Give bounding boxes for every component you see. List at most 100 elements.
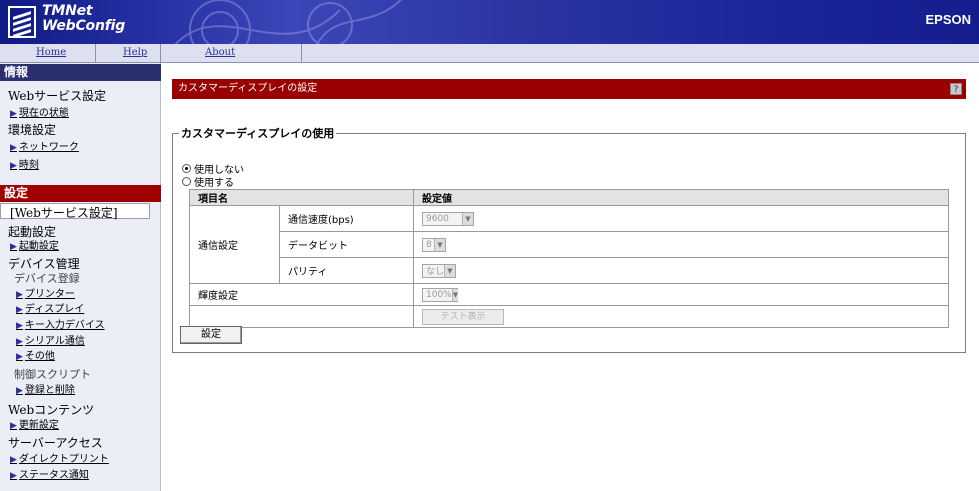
sidebar: 情報 Webサービス設定 ▶ 現在の状態 環境設定 ▶ ネットワーク ▶ 時刻 設定 … xyxy=(0,63,161,491)
triangle-right-icon: ▶ xyxy=(16,386,23,396)
table-row: データビット 8 ▼ xyxy=(190,231,949,258)
sidebar-link-startup[interactable]: ▶ 起動設定 xyxy=(10,237,59,252)
brand-logo: EPSON xyxy=(925,12,971,27)
table-header-row: 項目名 設定値 xyxy=(189,189,949,206)
parity-value: なし xyxy=(426,267,445,277)
sidebar-sub-control-script: 制御スクリプト xyxy=(14,368,91,381)
settings-table: 項目名 設定値 通信設定 通信速度(bps) 9600 ▼ データビット 8 ▼ xyxy=(189,189,949,328)
nav-divider xyxy=(160,44,161,63)
sidebar-link-display[interactable]: ▶ ディスプレイ xyxy=(16,300,84,315)
baud-rate-label: 通信速度(bps) xyxy=(279,205,414,232)
comm-settings-label: 通信設定 xyxy=(189,205,280,284)
col-value-header: 設定値 xyxy=(413,189,949,206)
customer-display-usage-group: カスタマーディスプレイの使用 使用しない 使用する 項目名 設定値 通信設定 通… xyxy=(172,125,966,353)
chevron-down-icon: ▼ xyxy=(444,264,455,277)
sidebar-cat-environment: 環境設定 xyxy=(8,123,57,137)
sidebar-link-network[interactable]: ▶ ネットワーク xyxy=(10,138,79,153)
sidebar-link-label: キー入力デバイス xyxy=(24,320,105,331)
nav-help-link[interactable]: Help xyxy=(123,47,147,58)
set-button[interactable]: 設定 xyxy=(180,326,242,344)
top-nav: Home Help About xyxy=(0,44,979,63)
table-row: 通信設定 通信速度(bps) 9600 ▼ xyxy=(189,205,949,284)
nav-home-link[interactable]: Home xyxy=(36,47,66,58)
empty-cell xyxy=(189,305,414,328)
sidebar-link-label: シリアル通信 xyxy=(24,336,85,347)
sidebar-link-time[interactable]: ▶ 時刻 xyxy=(10,156,39,171)
data-bits-label: データビット xyxy=(279,231,414,258)
data-bits-cell: 8 ▼ xyxy=(413,231,949,258)
brightness-select[interactable]: 100% ▼ xyxy=(422,287,459,302)
nav-divider xyxy=(301,44,302,63)
triangle-right-icon: ▶ xyxy=(10,242,17,252)
brightness-value: 100% xyxy=(426,289,452,300)
sidebar-link-printer[interactable]: ▶ プリンター xyxy=(16,285,75,300)
triangle-right-icon: ▶ xyxy=(10,455,17,465)
page-title: カスタマーディスプレイの設定 xyxy=(178,83,318,94)
baud-rate-cell: 9600 ▼ xyxy=(413,205,949,232)
sidebar-link-label: プリンター xyxy=(24,289,75,300)
sidebar-link-label: その他 xyxy=(24,351,55,362)
triangle-right-icon: ▶ xyxy=(16,337,23,347)
triangle-right-icon: ▶ xyxy=(10,161,17,171)
sidebar-link-register-delete[interactable]: ▶ 登録と削除 xyxy=(16,381,75,396)
radio-not-use[interactable] xyxy=(182,164,191,173)
sidebar-link-direct-print[interactable]: ▶ ダイレクトプリント xyxy=(10,450,109,465)
sidebar-link-label: 現在の状態 xyxy=(18,108,69,119)
sidebar-link-label: ダイレクトプリント xyxy=(18,454,109,465)
app-logo-text: TMNet WebConfig xyxy=(42,4,125,34)
sidebar-link-other[interactable]: ▶ その他 xyxy=(16,347,55,362)
sidebar-link-label: ディスプレイ xyxy=(24,304,85,315)
brightness-label: 輝度設定 xyxy=(189,283,414,306)
radio-use[interactable] xyxy=(182,177,191,186)
app-header: TMNet WebConfig EPSON xyxy=(0,0,979,44)
page-title-bar: カスタマーディスプレイの設定 ? xyxy=(172,79,966,99)
sidebar-link-label: ステータス通知 xyxy=(18,470,89,481)
nav-divider xyxy=(95,44,96,63)
data-bits-value: 8 xyxy=(426,239,432,250)
sidebar-cat-web-service: Webサービス設定 xyxy=(8,89,107,103)
app-name-line1: TMNet xyxy=(42,3,93,19)
table-row: テスト表示 xyxy=(189,305,949,328)
tmnet-logo-icon xyxy=(8,6,36,38)
test-display-button[interactable]: テスト表示 xyxy=(422,308,504,325)
sidebar-link-update-settings[interactable]: ▶ 更新設定 xyxy=(10,416,59,431)
sidebar-link-current-status[interactable]: ▶ 現在の状態 xyxy=(10,104,69,119)
sidebar-link-label: 起動設定 xyxy=(18,241,59,252)
triangle-right-icon: ▶ xyxy=(10,421,17,431)
sidebar-cat-server-access: サーバーアクセス xyxy=(8,436,103,450)
triangle-right-icon: ▶ xyxy=(10,109,17,119)
table-row: パリティ なし ▼ xyxy=(190,257,949,284)
triangle-right-icon: ▶ xyxy=(16,321,23,331)
sidebar-link-label: 時刻 xyxy=(18,160,39,171)
radio-use-row[interactable]: 使用する xyxy=(182,174,234,189)
parity-label: パリティ xyxy=(279,257,414,284)
triangle-right-icon: ▶ xyxy=(16,305,23,315)
baud-rate-value: 9600 xyxy=(426,213,449,224)
sidebar-link-label: 登録と削除 xyxy=(24,385,75,396)
nav-about-link[interactable]: About xyxy=(205,47,235,58)
sidebar-link-status-notify[interactable]: ▶ ステータス通知 xyxy=(10,466,89,481)
sidebar-link-key-input[interactable]: ▶ キー入力デバイス xyxy=(16,316,105,331)
sidebar-sub-device-registration: デバイス登録 xyxy=(14,272,80,285)
group-legend: カスタマーディスプレイの使用 xyxy=(181,127,335,140)
parity-select[interactable]: なし ▼ xyxy=(422,263,456,278)
chevron-down-icon: ▼ xyxy=(434,238,445,251)
sidebar-section-settings: 設定 xyxy=(0,185,161,202)
app-name-line2: WebConfig xyxy=(42,18,126,34)
header-decoration xyxy=(174,0,403,44)
data-bits-select[interactable]: 8 ▼ xyxy=(422,237,446,252)
triangle-right-icon: ▶ xyxy=(16,290,23,300)
sidebar-cat-web-service-bracket: [Webサービス設定] xyxy=(10,206,118,220)
radio-use-label: 使用する xyxy=(194,178,234,189)
chevron-down-icon: ▼ xyxy=(451,288,459,301)
col-item-header: 項目名 xyxy=(189,189,414,206)
baud-rate-select[interactable]: 9600 ▼ xyxy=(422,211,474,226)
triangle-right-icon: ▶ xyxy=(16,352,23,362)
triangle-right-icon: ▶ xyxy=(10,471,17,481)
table-row: 輝度設定 100% ▼ xyxy=(189,283,949,306)
chevron-down-icon: ▼ xyxy=(462,212,473,225)
brightness-cell: 100% ▼ xyxy=(413,283,949,306)
help-icon[interactable]: ? xyxy=(950,83,962,95)
sidebar-link-serial[interactable]: ▶ シリアル通信 xyxy=(16,332,85,347)
triangle-right-icon: ▶ xyxy=(10,143,17,153)
